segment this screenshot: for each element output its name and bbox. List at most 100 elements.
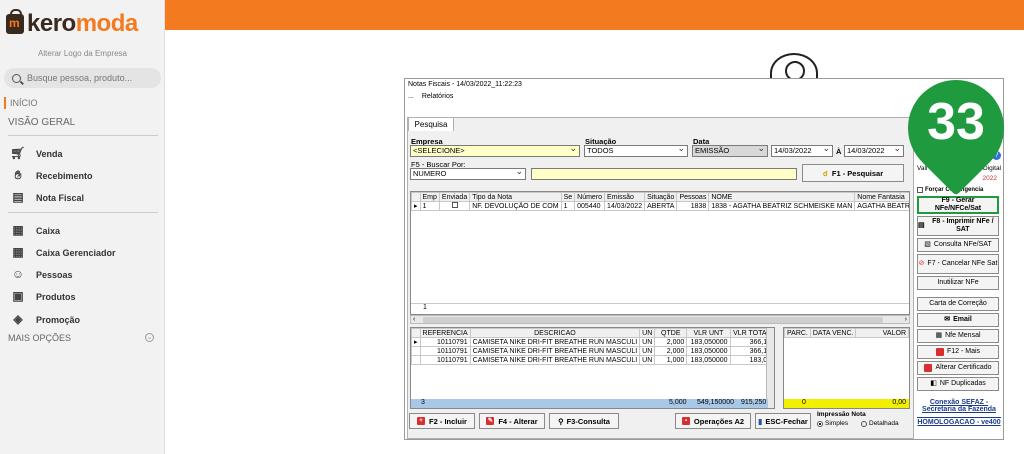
consulta-nfe-button[interactable]: ▧ Consulta NFe/SAT — [917, 238, 999, 252]
calendar-icon: ▦ — [935, 332, 943, 339]
sidebar-item-recebimento[interactable]: ✋︎ Recebimento — [10, 169, 93, 182]
itens-total-qtde: 5,000 — [669, 399, 687, 406]
alterar-button[interactable]: ✎ F4 - Alterar — [479, 413, 545, 429]
empresa-select[interactable]: <SELECIONE> — [410, 145, 580, 157]
email-button[interactable]: ✉︎ Email — [917, 313, 999, 327]
col-emissao[interactable]: Emissão — [604, 192, 646, 202]
col-un[interactable]: UN — [639, 328, 656, 338]
col-serie[interactable]: Se — [560, 192, 576, 202]
pesquisar-button[interactable]: ☌ F1 - Pesquisar — [802, 164, 904, 182]
gerar-nfe-button[interactable]: F9 - Gerar NFe/NFCe/Sat — [917, 196, 999, 214]
plus-icon — [935, 348, 944, 356]
parcelas-grid[interactable]: PARC. DATA VENC. VALOR 0 0,00 — [783, 327, 910, 409]
impressao-simples-radio[interactable]: Simples — [817, 420, 848, 427]
mais-opcoes[interactable]: MAIS OPÇÕES ⌄ — [8, 333, 154, 343]
buscar-por-select[interactable]: NUMERO — [410, 168, 526, 180]
itens-total-unt: 549,150000 — [697, 399, 734, 406]
table-row[interactable]: ▸ 10110791 CAMISETA NIKE DRI-FIT BREATHE… — [411, 337, 774, 347]
itens-vertical-scrollbar[interactable] — [766, 328, 774, 408]
col-numero[interactable]: Número — [574, 192, 606, 202]
col-qtde[interactable]: QTDE — [654, 328, 688, 338]
col-nome-fantasia[interactable]: Nome Fantasia — [854, 192, 909, 202]
impressao-label: Impressão Nota — [817, 411, 866, 418]
sidebar-item-caixa-gerenciador[interactable]: ▦ Caixa Gerenciador — [10, 246, 116, 259]
cell-qtde: 2,000 — [654, 337, 688, 347]
operacoes-button[interactable]: ▪ Operações A2 — [675, 413, 751, 429]
sidebar-item-promocao[interactable]: ◈ Promoção — [10, 313, 80, 326]
itens-grid[interactable]: REFERENCIA DESCRICAO UN QTDE VLR UNT VLR… — [410, 327, 775, 409]
data-tipo-select[interactable]: EMISSÃO — [692, 145, 768, 157]
document-icon: ▧ — [924, 241, 931, 248]
conexao-sefaz-link[interactable]: Conexão SEFAZ - Secretaria da Fazenda — [917, 399, 1001, 413]
sidebar-item-caixa[interactable]: ▦ Caixa — [10, 224, 60, 237]
divider — [917, 417, 1001, 418]
sidebar-item-nota-fiscal[interactable]: ▤ Nota Fiscal — [10, 191, 84, 204]
incluir-button[interactable]: + F2 - Incluir — [409, 413, 475, 429]
cell-enviada-checkbox[interactable] — [438, 201, 471, 211]
carta-correcao-button[interactable]: Carta de Correção — [917, 297, 999, 311]
f12-mais-button[interactable]: F12 - Mais — [917, 345, 999, 359]
homologacao-link[interactable]: HOMOLOGACAO - ve400 — [917, 419, 1001, 426]
scroll-thumb[interactable] — [423, 317, 883, 323]
data-fim-field[interactable]: 14/03/2022 — [844, 145, 904, 157]
search-box[interactable] — [4, 68, 161, 88]
alterar-certificado-label: Alterar Certificado — [935, 364, 992, 371]
scroll-left-icon[interactable]: ‹ — [413, 316, 415, 323]
alter-logo-link[interactable]: Alterar Logo da Empresa — [0, 49, 165, 58]
menu-bar: ... Relatórios — [408, 93, 461, 100]
menu-dots[interactable]: ... — [408, 93, 414, 100]
col-nome[interactable]: NOME — [708, 192, 856, 202]
nf-duplicadas-button[interactable]: ◧ NF Duplicadas — [917, 377, 999, 391]
impressao-detalhada-radio[interactable]: Detalhada — [861, 420, 899, 427]
col-enviada[interactable]: Enviada — [438, 192, 471, 202]
notas-grid[interactable]: Emp Enviada Tipo da Nota Se Número Emiss… — [410, 191, 910, 315]
col-referencia[interactable]: REFERENCIA — [419, 328, 471, 338]
nfe-mensal-button[interactable]: ▦ Nfe Mensal — [917, 329, 999, 343]
menu-relatorios[interactable]: Relatórios — [422, 93, 454, 100]
sidebar-item-produtos[interactable]: ▣ Produtos — [10, 290, 75, 303]
nav-inicio[interactable]: INÍCIO — [4, 97, 38, 109]
itens-totals-row: 3 5,000 549,150000 915,250 — [411, 399, 768, 408]
divider — [8, 135, 158, 136]
situacao-select[interactable]: TODOS — [584, 145, 688, 157]
table-row[interactable]: 10110791 CAMISETA NIKE DRI-FIT BREATHE R… — [411, 346, 774, 356]
inutilizar-nfe-button[interactable]: Inutilizar NFe — [917, 276, 999, 290]
col-pessoas[interactable]: Pessoas — [676, 192, 710, 202]
table-row[interactable]: ▸ 1 NF. DEVOLUÇÃO DE COM 1 005440 14/03/… — [411, 201, 909, 211]
company-logo[interactable]: keromoda — [6, 9, 138, 38]
sidebar-item-venda[interactable]: 🛒︎ Venda — [10, 147, 62, 160]
printer-icon: ▤ — [918, 222, 925, 229]
cancelar-label: F7 - Cancelar NFe Sat — [927, 260, 998, 267]
buscar-text-input[interactable] — [531, 168, 797, 180]
fechar-button[interactable]: ▮ ESC-Fechar — [755, 413, 811, 429]
col-data-venc[interactable]: DATA VENC. — [809, 328, 857, 338]
col-emp[interactable]: Emp — [419, 192, 440, 202]
sidebar-item-label: Caixa — [36, 225, 61, 236]
chevron-down-icon: ⌄ — [145, 333, 154, 342]
data-inicio-field[interactable]: 14/03/2022 — [771, 145, 833, 157]
cancelar-nfe-button[interactable]: ⊘ F7 - Cancelar NFe Sat — [917, 254, 999, 274]
tab-pesquisa[interactable]: Pesquisa — [408, 117, 454, 131]
sidebar-item-label: Promoção — [36, 314, 81, 325]
col-tipo-nota[interactable]: Tipo da Nota — [469, 192, 562, 202]
notas-horizontal-scrollbar[interactable]: ‹ › — [410, 315, 910, 324]
col-descricao[interactable]: DESCRICAO — [469, 328, 641, 338]
search-input[interactable] — [27, 73, 157, 83]
sidebar-item-pessoas[interactable]: ☺︎ Pessoas — [10, 268, 73, 281]
table-row[interactable]: 10110791 CAMISETA NIKE DRI-FIT BREATHE R… — [411, 355, 774, 365]
alterar-certificado-button[interactable]: Alterar Certificado — [917, 361, 999, 375]
checkbox-icon — [917, 187, 923, 193]
col-vlr-unt[interactable]: VLR UNT — [686, 328, 731, 338]
col-parc[interactable]: PARC. — [784, 328, 811, 338]
scroll-right-icon[interactable]: › — [905, 316, 907, 323]
cell-referencia: 10110791 — [419, 346, 471, 356]
sidebar-item-label: Caixa Gerenciador — [36, 247, 116, 258]
consulta-button[interactable]: ⚲ F3-Consulta — [549, 413, 619, 429]
nav-visao-geral[interactable]: VISÃO GERAL — [8, 117, 75, 128]
col-valor[interactable]: VALOR — [855, 328, 909, 338]
col-situacao[interactable]: Situação — [644, 192, 678, 202]
operations-icon: ▪ — [681, 417, 690, 425]
people-icon: ☺︎ — [11, 267, 25, 281]
mais-opcoes-label: MAIS OPÇÕES — [8, 333, 72, 343]
imprimir-nfe-button[interactable]: ▤ F8 - Imprimir NFe / SAT — [917, 216, 999, 236]
